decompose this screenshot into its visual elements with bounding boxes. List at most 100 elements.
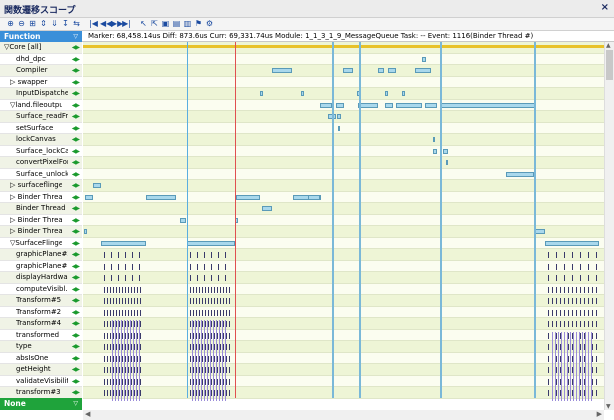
event-bar[interactable] (415, 68, 431, 74)
function-row[interactable]: getHeight ◀▶ (0, 364, 82, 376)
function-row[interactable]: dhd_dpc ◀▶ (0, 53, 82, 65)
export-icon[interactable]: ⇱ (150, 19, 159, 29)
marker-icon[interactable]: ⇕ (39, 19, 48, 29)
settings-icon[interactable]: ⚙ (205, 19, 214, 29)
row-nav-icon[interactable]: ◀▶ (72, 376, 80, 387)
row-nav-icon[interactable]: ◀▶ (72, 353, 80, 364)
timeline-track[interactable] (83, 375, 604, 387)
event-bar[interactable] (262, 206, 272, 212)
function-row[interactable]: Surface_unlock... ◀▶ (0, 168, 82, 180)
scroll-up-icon[interactable]: ▲ (606, 42, 611, 49)
row-nav-icon[interactable]: ◀▶ (72, 42, 80, 53)
event-bar[interactable] (336, 102, 344, 108)
event-bar[interactable] (446, 160, 448, 166)
function-row[interactable]: Surface_readFri... ◀▶ (0, 111, 82, 123)
bookmark-icon[interactable]: ⚑ (194, 19, 203, 29)
timeline-track[interactable] (83, 318, 604, 330)
function-row[interactable]: InputDispatcher ◀▶ (0, 88, 82, 100)
row-nav-icon[interactable]: ◀▶ (72, 318, 80, 329)
timeline-marker-line[interactable] (187, 42, 188, 398)
row-nav-icon[interactable]: ◀▶ (72, 169, 80, 180)
timeline-track[interactable] (83, 157, 604, 169)
function-row[interactable]: graphicPlane#2 ◀▶ (0, 249, 82, 261)
event-bar[interactable] (84, 229, 87, 235)
timeline-track[interactable] (83, 145, 604, 157)
row-nav-icon[interactable]: ◀▶ (72, 157, 80, 168)
row-nav-icon[interactable]: ◀▶ (72, 284, 80, 295)
timeline-track[interactable] (83, 88, 604, 100)
filter-icon[interactable]: ⇓ (50, 19, 59, 29)
vertical-scrollbar[interactable]: ▲ ▼ (604, 42, 614, 410)
function-row[interactable]: transform#3 ◀▶ (0, 387, 82, 399)
event-bar[interactable] (388, 68, 396, 74)
event-bar[interactable] (422, 56, 426, 62)
event-bar[interactable] (180, 217, 186, 223)
timeline-track[interactable] (83, 283, 604, 295)
timeline-track[interactable] (83, 249, 604, 261)
function-row[interactable]: Transform#4 ◀▶ (0, 318, 82, 330)
timeline-marker-line[interactable] (235, 42, 236, 398)
function-row[interactable]: ▷ surfaceflinger ◀▶ (0, 180, 82, 192)
function-row[interactable]: transformed ◀▶ (0, 329, 82, 341)
row-nav-icon[interactable]: ◀▶ (72, 238, 80, 249)
row-nav-icon[interactable]: ◀▶ (72, 261, 80, 272)
row-nav-icon[interactable]: ◀▶ (72, 146, 80, 157)
timeline-track[interactable] (83, 226, 604, 238)
row-nav-icon[interactable]: ◀▶ (72, 215, 80, 226)
function-row[interactable]: computeVisibl... ◀▶ (0, 283, 82, 295)
function-row[interactable]: absIsOne ◀▶ (0, 352, 82, 364)
function-row[interactable]: lockCanvas ◀▶ (0, 134, 82, 146)
event-bar[interactable] (535, 229, 545, 235)
function-row[interactable]: ▽land.fileoutput ◀▶ (0, 99, 82, 111)
footer-filter-icon[interactable]: ▽ (73, 398, 78, 410)
timeline-track[interactable] (83, 53, 604, 65)
sort-icon[interactable]: ⇆ (72, 19, 81, 29)
timeline-track[interactable] (83, 203, 604, 215)
jump-first-icon[interactable]: |◀ (89, 19, 98, 29)
timeline-track[interactable] (83, 364, 604, 376)
event-bar[interactable] (236, 194, 260, 200)
event-bar[interactable] (337, 114, 341, 120)
row-nav-icon[interactable]: ◀▶ (72, 203, 80, 214)
event-bar[interactable] (402, 91, 405, 97)
timeline-marker-line[interactable] (332, 42, 334, 398)
function-row[interactable]: Binder Thread # ◀▶ (0, 203, 82, 215)
event-bar[interactable] (443, 148, 448, 154)
timeline-marker-line[interactable] (534, 42, 536, 398)
function-row[interactable]: ▷ Binder Thread # ◀▶ (0, 226, 82, 238)
scroll-left-icon[interactable]: ◀ (85, 410, 90, 418)
event-bar[interactable] (301, 91, 304, 97)
filter-clear-icon[interactable]: ↧ (61, 19, 70, 29)
function-row[interactable]: ▽Core [all] ◀▶ (0, 42, 82, 54)
row-nav-icon[interactable]: ◀▶ (72, 364, 80, 375)
function-column-header[interactable]: Function ▽ (0, 31, 82, 42)
event-bar[interactable] (272, 68, 292, 74)
zoom-fit-icon[interactable]: ⊞ (28, 19, 37, 29)
function-row[interactable]: ▷ swapper ◀▶ (0, 76, 82, 88)
row-nav-icon[interactable]: ◀▶ (72, 295, 80, 306)
row-nav-icon[interactable]: ◀▶ (72, 307, 80, 318)
color-icon[interactable]: ▥ (183, 19, 192, 29)
scroll-thumb[interactable] (606, 50, 613, 80)
horizontal-scrollbar[interactable]: ◀ ▶ (83, 410, 604, 420)
timeline-track[interactable] (83, 260, 604, 272)
function-row[interactable]: type ◀▶ (0, 341, 82, 353)
timeline-track[interactable] (83, 295, 604, 307)
timeline-track[interactable] (83, 387, 604, 399)
timeline-track[interactable] (83, 352, 604, 364)
event-bar[interactable] (506, 171, 534, 177)
function-row[interactable]: setSurface ◀▶ (0, 122, 82, 134)
timeline-marker-line[interactable] (440, 42, 442, 398)
jump-prev-icon[interactable]: ◀◀ (100, 19, 112, 29)
row-nav-icon[interactable]: ◀▶ (72, 100, 80, 111)
event-bar[interactable] (385, 91, 388, 97)
function-row[interactable]: Compiler ◀▶ (0, 65, 82, 77)
timeline-track[interactable] (83, 341, 604, 353)
event-bar[interactable] (425, 102, 437, 108)
event-bar[interactable] (385, 102, 393, 108)
row-nav-icon[interactable]: ◀▶ (72, 192, 80, 203)
row-nav-icon[interactable]: ◀▶ (72, 111, 80, 122)
event-bar[interactable] (358, 102, 378, 108)
event-bar[interactable] (187, 240, 235, 246)
row-nav-icon[interactable]: ◀▶ (72, 65, 80, 76)
